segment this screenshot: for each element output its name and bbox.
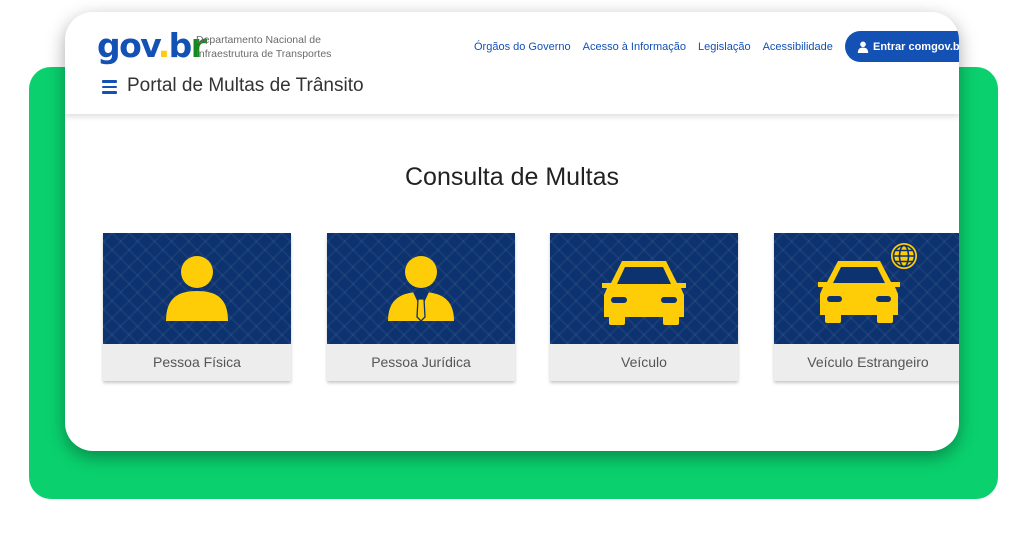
- login-govbr-button[interactable]: Entrar com gov.br: [845, 31, 959, 62]
- nav-link-orgaos-governo[interactable]: Órgãos do Governo: [474, 41, 571, 53]
- tile-veiculo-estrangeiro-image: [774, 233, 959, 344]
- tile-pessoa-fisica-image: [103, 233, 291, 344]
- globe-icon: [889, 241, 919, 271]
- user-icon: [857, 41, 869, 53]
- nav-link-acessibilidade[interactable]: Acessibilidade: [763, 41, 833, 53]
- tile-veiculo[interactable]: Veículo: [550, 233, 738, 381]
- tile-pessoa-juridica-image: [327, 233, 515, 344]
- person-icon: [166, 256, 228, 321]
- business-person-icon: [388, 256, 454, 322]
- logo-text-b: b: [168, 26, 193, 65]
- nav-link-legislacao[interactable]: Legislação: [698, 41, 751, 53]
- portal-title: Portal de Multas de Trânsito: [127, 75, 364, 96]
- tile-pessoa-juridica[interactable]: Pessoa Jurídica: [327, 233, 515, 381]
- car-icon: [602, 261, 686, 325]
- login-label-prefix: Entrar com: [873, 40, 932, 53]
- department-name: Departamento Nacional de Infraestrutura …: [196, 33, 331, 61]
- login-label-brand: gov.br: [931, 40, 959, 53]
- govbr-logo[interactable]: gov.br: [97, 26, 207, 66]
- tile-veiculo-image: [550, 233, 738, 344]
- tile-pessoa-fisica[interactable]: Pessoa Física: [103, 233, 291, 381]
- top-navigation: Órgãos do Governo Acesso à Informação Le…: [474, 41, 833, 53]
- tile-label: Pessoa Física: [103, 344, 291, 381]
- department-line-1: Departamento Nacional de: [196, 34, 321, 46]
- foreign-car-icon: [818, 241, 919, 323]
- logo-text-dot: .: [157, 26, 171, 65]
- tile-veiculo-estrangeiro[interactable]: Veículo Estrangeiro: [774, 233, 959, 381]
- browser-card: gov.br Departamento Nacional de Infraest…: [65, 12, 959, 451]
- page-title: Consulta de Multas: [404, 163, 619, 191]
- tile-label: Pessoa Jurídica: [327, 344, 515, 381]
- logo-text-gov: gov: [97, 26, 159, 65]
- tile-label: Veículo Estrangeiro: [774, 344, 959, 381]
- menu-icon[interactable]: [102, 80, 117, 94]
- tile-label: Veículo: [550, 344, 738, 381]
- site-header: gov.br Departamento Nacional de Infraest…: [65, 12, 959, 114]
- department-line-2: Infraestrutura de Transportes: [196, 48, 332, 60]
- nav-link-acesso-informacao[interactable]: Acesso à Informação: [583, 41, 686, 53]
